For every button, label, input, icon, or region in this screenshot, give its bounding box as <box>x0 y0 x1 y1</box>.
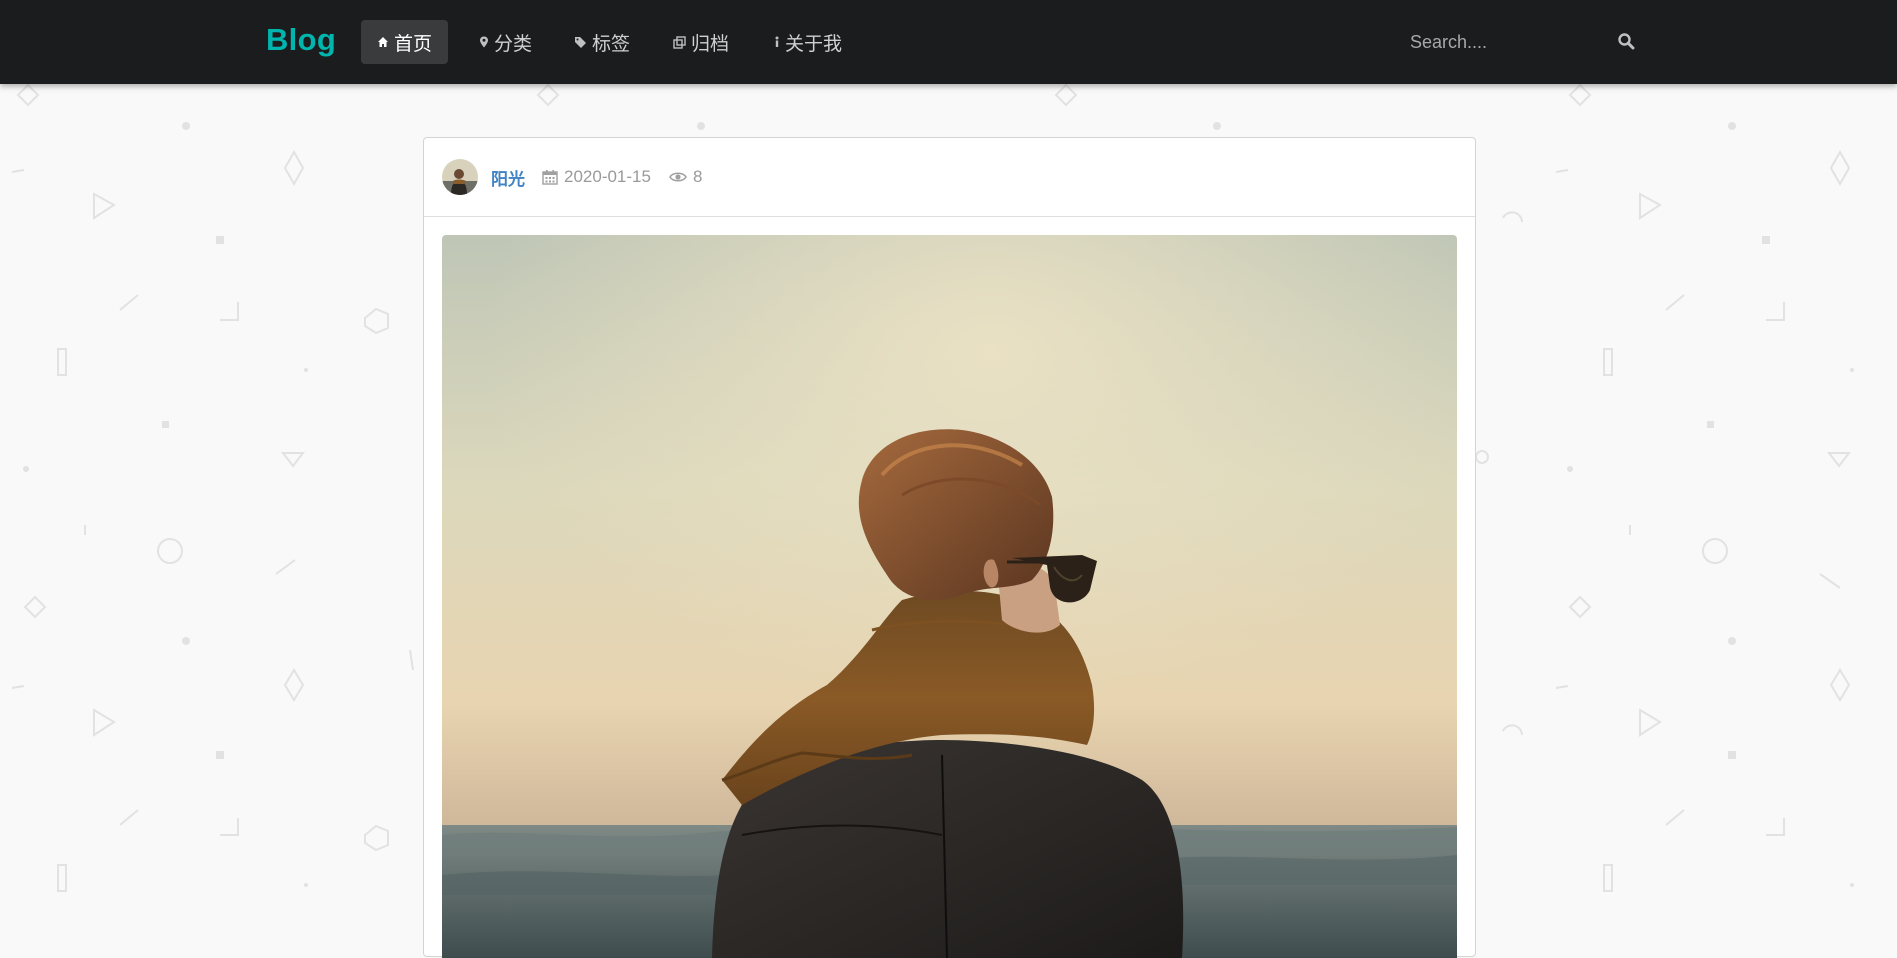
eye-icon <box>669 172 687 182</box>
clone-icon <box>673 35 686 49</box>
post-meta-header: 阳光 2020-01-15 8 <box>424 138 1475 217</box>
nav-item-tags[interactable]: 标签 <box>558 20 646 64</box>
nav-item-label: 归档 <box>691 33 730 55</box>
brand-logo[interactable]: Blog <box>266 22 336 58</box>
nav-item-label: 关于我 <box>785 33 843 55</box>
post-date-text: 2020-01-15 <box>564 167 651 186</box>
post-views: 8 <box>669 167 702 187</box>
calendar-icon <box>542 170 558 185</box>
nav-item-archive[interactable]: 归档 <box>657 20 745 64</box>
nav-item-home[interactable]: 首页 <box>361 20 449 64</box>
search-input[interactable] <box>1400 31 1600 53</box>
tag-icon <box>575 37 586 48</box>
post-card: 阳光 2020-01-15 8 <box>423 137 1476 958</box>
post-date: 2020-01-15 <box>542 167 651 187</box>
nav-item-about[interactable]: 关于我 <box>758 20 858 64</box>
map-marker-icon <box>480 36 488 48</box>
post-cover-image[interactable] <box>442 235 1457 958</box>
post-views-count: 8 <box>692 167 703 186</box>
nav-item-label: 分类 <box>494 33 533 55</box>
home-icon <box>378 37 388 47</box>
nav-item-label: 标签 <box>592 33 631 55</box>
avatar[interactable] <box>442 159 478 195</box>
search-box <box>1400 22 1645 62</box>
nav-item-label: 首页 <box>394 33 433 55</box>
author-link[interactable]: 阳光 <box>491 165 525 190</box>
search-icon[interactable] <box>1617 32 1635 50</box>
info-icon <box>775 36 779 47</box>
nav-item-category[interactable]: 分类 <box>463 20 548 64</box>
top-navbar: Blog 首页 分类 标签 归档 关于我 <box>0 0 1897 84</box>
